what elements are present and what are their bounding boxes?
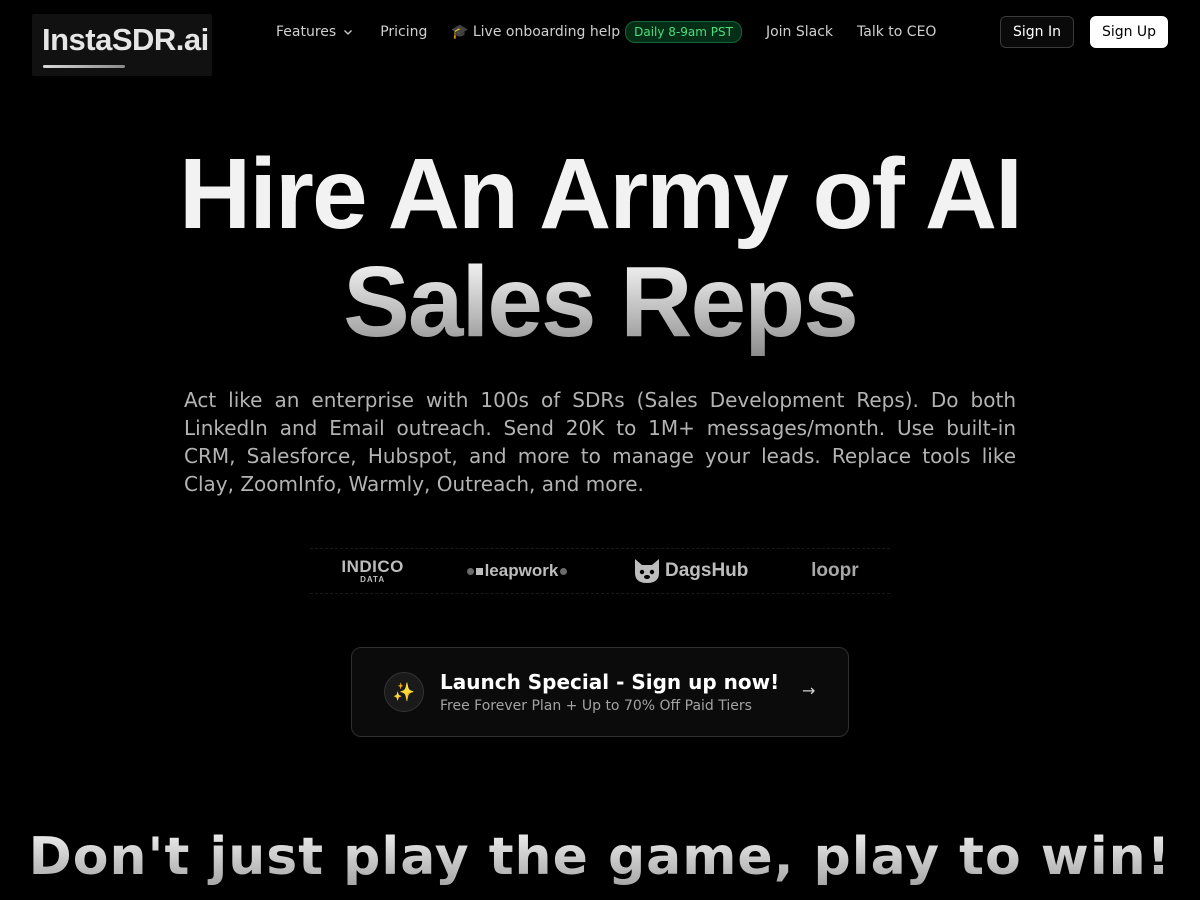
site-logo[interactable]: InstaSDR.ai [32, 14, 212, 76]
landing-page: InstaSDR.ai Features Pricing 🎓 Live onbo… [0, 0, 1200, 900]
leapwork-dot-icon [466, 567, 474, 575]
leapwork-logo-text: leapwork [484, 561, 559, 580]
sign-up-button[interactable]: Sign Up [1090, 16, 1168, 48]
sparkles-icon: ✨ [384, 672, 424, 712]
nav-join-slack[interactable]: Join Slack [766, 24, 833, 40]
hero-title: Hire An Army of AI Sales Reps [0, 140, 1200, 356]
section-heading: Don't just play the game, play to win! [0, 828, 1200, 886]
customer-logos: INDICO DATA leapwork DagsHub loopr [310, 548, 890, 594]
hero-title-line2: Sales Reps [0, 248, 1200, 356]
dagshub-logo: DagsHub [632, 557, 748, 585]
graduation-cap-icon: 🎓 [451, 24, 469, 40]
sign-in-button[interactable]: Sign In [1000, 16, 1074, 48]
indico-logo-bottom: DATA [360, 575, 386, 584]
nav-talk-to-ceo[interactable]: Talk to CEO [857, 24, 936, 40]
nav-links: Features Pricing 🎓 Live onboarding help … [276, 20, 936, 44]
loopr-logo: loopr [811, 560, 859, 581]
nav-live-onboarding[interactable]: 🎓 Live onboarding help Daily 8-9am PST [451, 21, 742, 43]
top-nav: InstaSDR.ai Features Pricing 🎓 Live onbo… [0, 0, 1200, 76]
chevron-down-icon [344, 30, 353, 35]
leapwork-logo: leapwork [466, 561, 570, 581]
indico-logo-top: INDICO [341, 557, 404, 576]
nav-features-label: Features [276, 24, 337, 40]
logo-text: InstaSDR.ai [42, 22, 209, 57]
indico-logo: INDICO DATA [341, 558, 404, 584]
cta-title: Launch Special - Sign up now! [440, 670, 780, 694]
schedule-badge: Daily 8-9am PST [625, 21, 742, 43]
nav-live-onboarding-label: Live onboarding help [472, 24, 621, 40]
arrow-right-icon: → [802, 681, 816, 700]
dog-head-icon [635, 559, 659, 583]
logo-underline [43, 65, 125, 68]
hero-description: Act like an enterprise with 100s of SDRs… [184, 388, 1016, 496]
leapwork-dot-icon [560, 567, 568, 575]
hero-title-line1: Hire An Army of AI [179, 138, 1023, 250]
nav-pricing[interactable]: Pricing [380, 24, 427, 40]
dagshub-logo-text: DagsHub [665, 560, 749, 581]
cta-subtitle: Free Forever Plan + Up to 70% Off Paid T… [440, 698, 752, 714]
launch-special-cta[interactable]: ✨ Launch Special - Sign up now! Free For… [351, 647, 849, 737]
leapwork-square-icon [475, 567, 483, 575]
nav-features[interactable]: Features [276, 24, 354, 40]
